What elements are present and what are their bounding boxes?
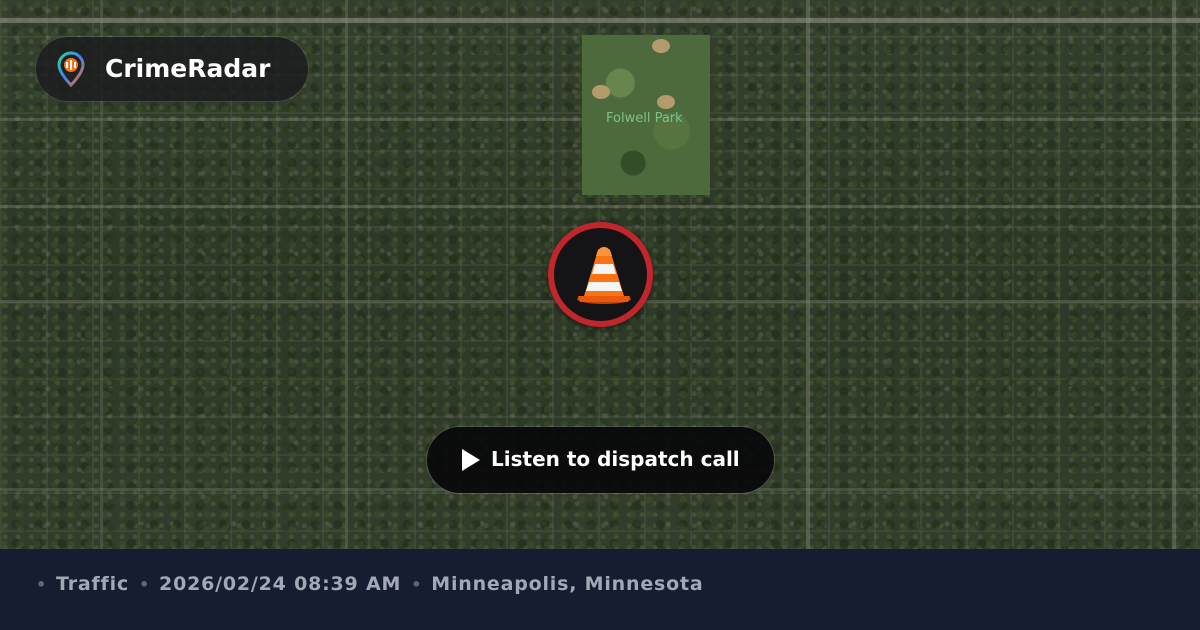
separator-dot: • (411, 574, 423, 594)
incident-marker[interactable] (548, 222, 653, 327)
incident-category: Traffic (56, 573, 130, 595)
ball-field (592, 85, 610, 99)
separator-dot: • (36, 574, 48, 594)
park-label: Folwell Park (606, 111, 683, 126)
map-road (345, 0, 348, 549)
brand-badge[interactable]: CrimeRadar (36, 37, 308, 101)
incident-location: Minneapolis, Minnesota (431, 573, 704, 595)
map-road (0, 205, 1200, 208)
map-road (806, 0, 810, 549)
listen-dispatch-button[interactable]: Listen to dispatch call (427, 427, 774, 493)
brand-name: CrimeRadar (105, 54, 271, 83)
map-road (1172, 0, 1176, 549)
share-card: Folwell Park CrimeRadar Listen to dispat… (0, 0, 1200, 630)
listen-dispatch-label: Listen to dispatch call (491, 447, 740, 471)
play-icon (462, 449, 480, 471)
marker-inner (554, 228, 647, 321)
radar-pin-icon (57, 51, 85, 87)
traffic-cone-icon (577, 247, 631, 304)
ball-field (652, 39, 670, 53)
separator-dot: • (139, 574, 151, 594)
map-road (0, 18, 1200, 23)
ball-field (657, 95, 675, 109)
incident-meta: • Traffic • 2026/02/24 08:39 AM • Minnea… (36, 573, 713, 595)
incident-datetime: 2026/02/24 08:39 AM (159, 573, 402, 595)
